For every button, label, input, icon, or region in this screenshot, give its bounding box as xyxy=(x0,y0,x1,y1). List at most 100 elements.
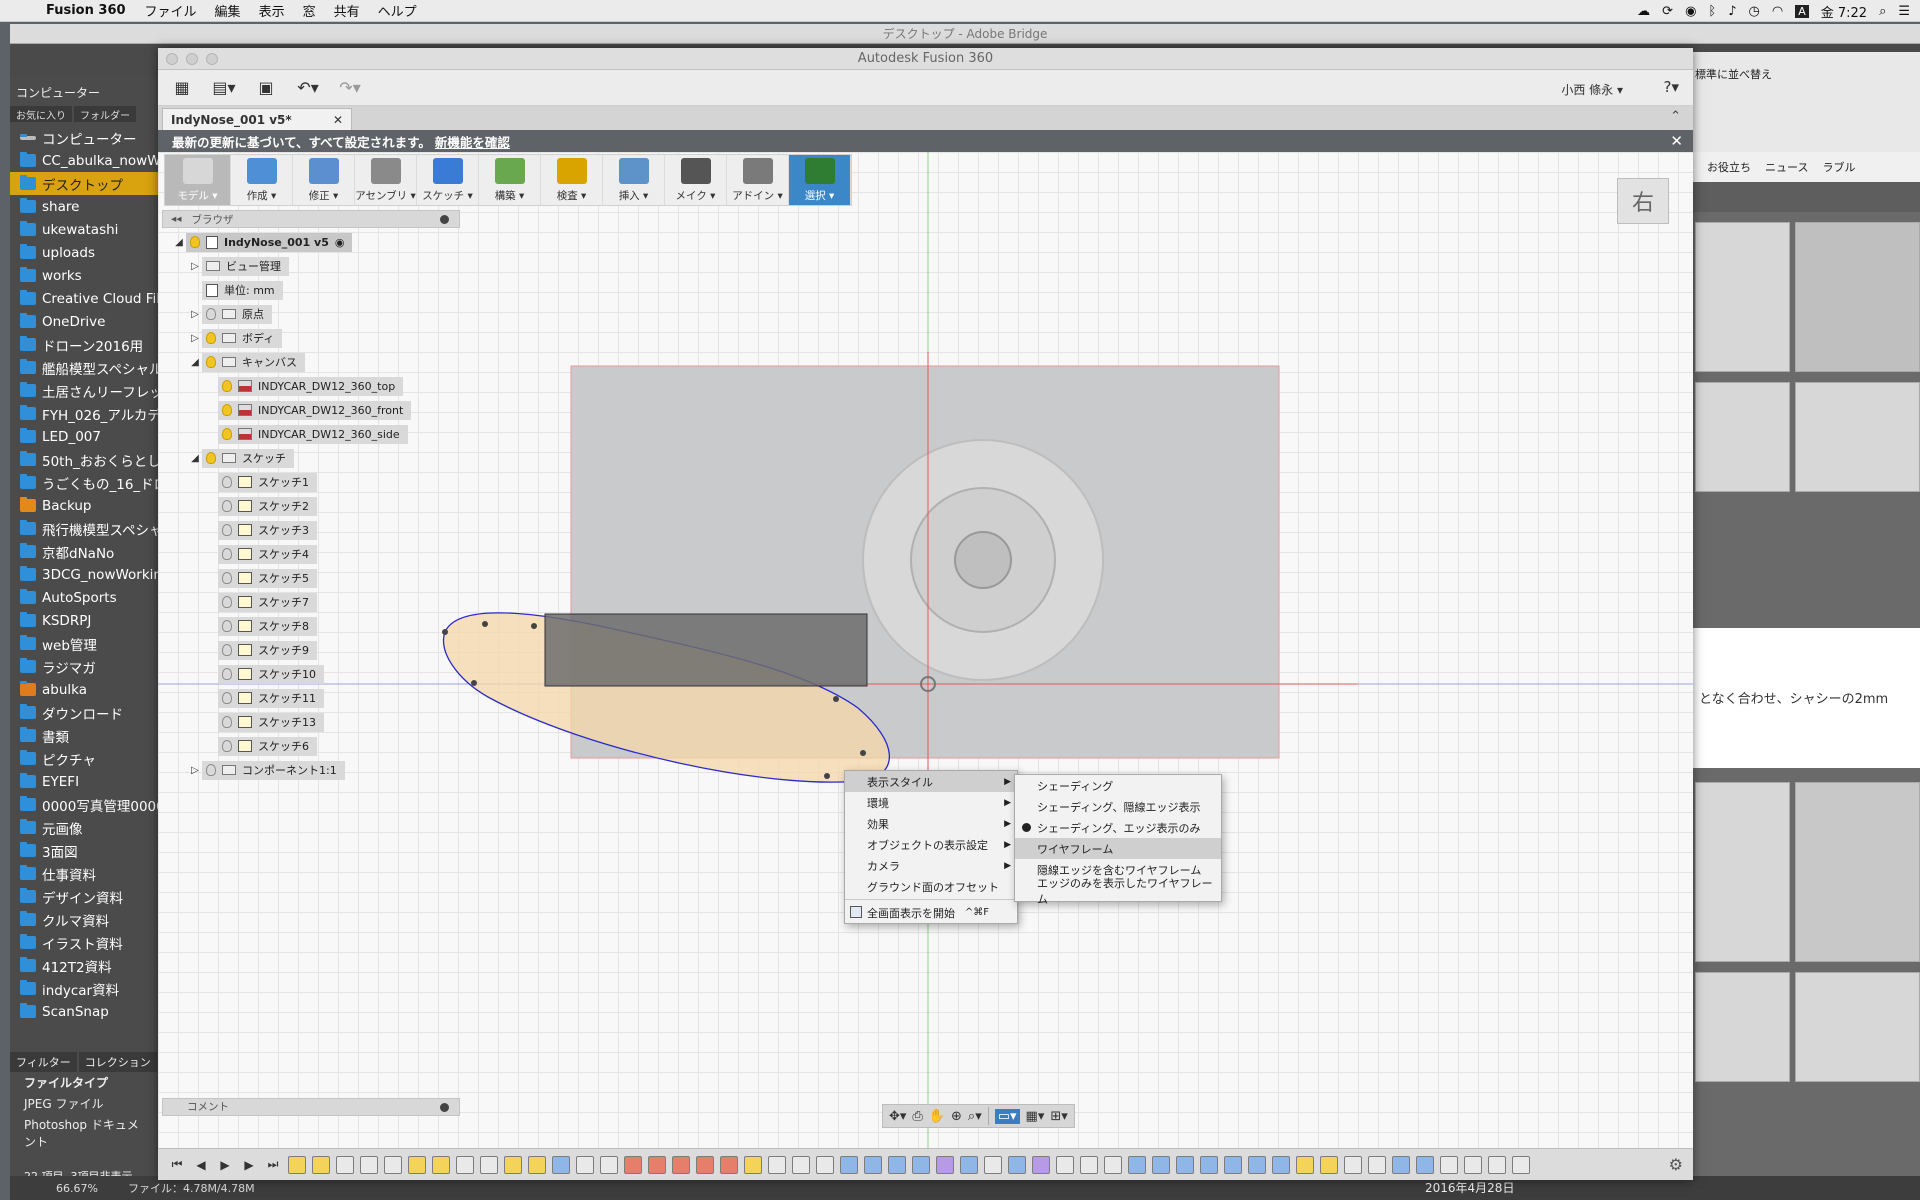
timeline-feature[interactable] xyxy=(1128,1155,1146,1174)
timeline-start-icon[interactable]: ⏮ xyxy=(168,1157,186,1172)
browser-node[interactable]: スケッチ3 xyxy=(162,518,460,542)
filter-row[interactable]: Photoshop ドキュメント xyxy=(10,1114,160,1152)
orbit-icon[interactable]: ✥▾ xyxy=(889,1109,906,1124)
sync-icon[interactable]: ⟳ xyxy=(1662,4,1673,19)
bridge-folder-item[interactable]: FYH_026_アルカディア xyxy=(10,402,160,425)
bridge-folder-item[interactable]: uploads xyxy=(10,241,160,264)
ribbon-button[interactable]: スケッチ ▾ xyxy=(417,155,479,205)
browser-node-chip[interactable]: INDYCAR_DW12_360_front xyxy=(218,400,412,420)
menu-help[interactable]: ヘルプ xyxy=(369,1,426,20)
close-tab-icon[interactable]: ✕ xyxy=(333,113,343,127)
timeline-feature[interactable] xyxy=(744,1155,762,1174)
timeline-feature[interactable] xyxy=(888,1155,906,1174)
whats-new-link[interactable]: 新機能を確認 xyxy=(435,132,510,151)
expand-toggle-icon[interactable]: ◢ xyxy=(172,237,186,248)
browser-node[interactable]: スケッチ5 xyxy=(162,566,460,590)
time-machine-icon[interactable]: ◷ xyxy=(1749,4,1760,19)
browser-node[interactable]: ▷ 原点 xyxy=(162,302,460,326)
visibility-bulb-icon[interactable] xyxy=(222,740,232,752)
sort-label[interactable]: 標準に並べ替え xyxy=(1693,52,1920,82)
expand-toggle-icon[interactable]: ◢ xyxy=(188,357,202,368)
context-menu-item[interactable]: オブジェクトの表示設定 ▶ xyxy=(845,834,1017,855)
browser-node[interactable]: INDYCAR_DW12_360_front xyxy=(162,398,460,422)
activate-radio-icon[interactable]: ◉ xyxy=(335,236,345,249)
bridge-folder-item[interactable]: 書類 xyxy=(10,724,160,747)
timeline-feature[interactable] xyxy=(576,1155,594,1174)
browser-node-chip[interactable]: スケッチ13 xyxy=(218,712,324,732)
bridge-folder-item[interactable]: 412T2資料 xyxy=(10,954,160,977)
browser-node[interactable]: スケッチ6 xyxy=(162,734,460,758)
browser-node-chip[interactable]: スケッチ3 xyxy=(218,520,317,540)
bridge-folder-item[interactable]: LED_007 xyxy=(10,425,160,448)
visibility-bulb-icon[interactable] xyxy=(222,404,232,416)
timeline-feature[interactable] xyxy=(1440,1155,1458,1174)
display-style-option[interactable]: シェーディング、隠線エッジ表示 xyxy=(1015,796,1221,817)
zoom-icon[interactable]: ⊕ xyxy=(951,1109,962,1124)
visibility-bulb-icon[interactable] xyxy=(222,572,232,584)
comment-panel[interactable]: コメント xyxy=(162,1098,460,1116)
volume-icon[interactable]: ♪ xyxy=(1728,4,1736,19)
bridge-folder-item[interactable]: 50th_おおくらとしお xyxy=(10,448,160,471)
timeline-feature[interactable] xyxy=(1464,1155,1482,1174)
expand-toggle-icon[interactable]: ▷ xyxy=(188,309,202,320)
bookmark-folder[interactable]: お役立ち xyxy=(1707,159,1751,175)
browser-node-chip[interactable]: 原点 xyxy=(202,304,272,324)
bridge-folder-item[interactable]: うごくもの_16_ドローン xyxy=(10,471,160,494)
menu-edit[interactable]: 編集 xyxy=(206,1,250,20)
expand-toggle-icon[interactable]: ◢ xyxy=(188,453,202,464)
timeline-feature[interactable] xyxy=(504,1155,522,1174)
browser-node-chip[interactable]: スケッチ10 xyxy=(218,664,324,684)
menu-share[interactable]: 共有 xyxy=(325,1,369,20)
browser-node-chip[interactable]: キャンバス xyxy=(202,352,305,372)
display-style-option[interactable]: ワイヤフレーム xyxy=(1015,838,1221,859)
bridge-folder-item[interactable]: share xyxy=(10,195,160,218)
browser-node[interactable]: スケッチ2 xyxy=(162,494,460,518)
ribbon-button[interactable]: モデル ▾ xyxy=(165,155,231,205)
browser-node[interactable]: ▷ コンポーネント1:1 xyxy=(162,758,460,782)
undo-icon[interactable]: ↶▾ xyxy=(290,74,326,102)
ribbon-button[interactable]: アセンブリ ▾ xyxy=(355,155,417,205)
thumbnail[interactable] xyxy=(1695,782,1790,962)
save-icon[interactable]: ▣ xyxy=(248,74,284,102)
wifi-icon[interactable]: ◠ xyxy=(1772,4,1783,19)
browser-node[interactable]: スケッチ8 xyxy=(162,614,460,638)
timeline-feature[interactable] xyxy=(360,1155,378,1174)
timeline-feature[interactable] xyxy=(528,1155,546,1174)
tab-filter[interactable]: フィルター xyxy=(10,1052,77,1072)
timeline-feature[interactable] xyxy=(1152,1155,1170,1174)
bridge-folder-item[interactable]: コンピューター xyxy=(10,126,160,149)
timeline-feature[interactable] xyxy=(1224,1155,1242,1174)
ribbon-button[interactable]: 修正 ▾ xyxy=(293,155,355,205)
visibility-bulb-icon[interactable] xyxy=(222,668,232,680)
bridge-folder-item[interactable]: EYEFI xyxy=(10,770,160,793)
timeline-feature[interactable] xyxy=(384,1155,402,1174)
input-source-icon[interactable]: A xyxy=(1795,4,1809,18)
app-menu[interactable]: Fusion 360 xyxy=(40,3,136,18)
context-menu-item[interactable]: グラウンド面のオフセット xyxy=(845,876,1017,897)
timeline-feature[interactable] xyxy=(1008,1155,1026,1174)
browser-node[interactable]: スケッチ11 xyxy=(162,686,460,710)
browser-node[interactable]: ▷ ボディ xyxy=(162,326,460,350)
timeline-feature[interactable] xyxy=(456,1155,474,1174)
timeline-feature[interactable] xyxy=(1392,1155,1410,1174)
menu-window[interactable]: 窓 xyxy=(294,1,325,20)
grid-settings-icon[interactable]: ▦▾ xyxy=(1026,1109,1045,1124)
bridge-folder-item[interactable]: イラスト資料 xyxy=(10,931,160,954)
visibility-bulb-icon[interactable] xyxy=(206,332,216,344)
context-menu-item[interactable]: カメラ ▶ xyxy=(845,855,1017,876)
visibility-bulb-icon[interactable] xyxy=(206,452,216,464)
bridge-folder-item[interactable]: works xyxy=(10,264,160,287)
display-style-option[interactable]: シェーディング xyxy=(1015,775,1221,796)
ribbon-button[interactable]: アドイン ▾ xyxy=(727,155,789,205)
document-tab[interactable]: IndyNose_001 v5* ✕ xyxy=(162,108,352,130)
look-at-icon[interactable]: ⎙ xyxy=(912,1109,922,1124)
visibility-bulb-icon[interactable] xyxy=(222,548,232,560)
timeline-feature[interactable] xyxy=(696,1155,714,1174)
tab-folders[interactable]: フォルダー xyxy=(74,106,136,122)
thumbnail[interactable] xyxy=(1795,972,1920,1082)
bridge-folder-item[interactable]: ukewatashi xyxy=(10,218,160,241)
timeline-feature[interactable] xyxy=(1368,1155,1386,1174)
timeline-feature[interactable] xyxy=(288,1155,306,1174)
bluetooth-icon[interactable]: ᛒ xyxy=(1708,4,1716,19)
collapse-panel-icon[interactable]: ◂◂ xyxy=(171,213,182,225)
